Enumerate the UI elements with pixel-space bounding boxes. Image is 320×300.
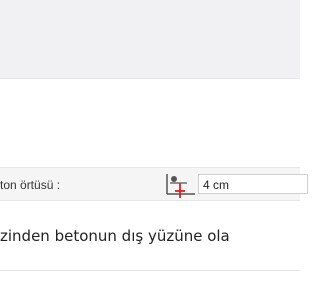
description-text: zinden betonun dış yüzüne ola <box>0 227 230 245</box>
concrete-cover-label: ton örtüsü : <box>0 178 61 192</box>
settings-panel: ton örtüsü : 4 cm zinden betonun dış yüz… <box>0 0 308 300</box>
concrete-cover-value: 4 cm <box>203 178 230 192</box>
concrete-cover-row: ton örtüsü : 4 cm <box>0 167 308 201</box>
concrete-cover-value-field[interactable]: 4 cm <box>198 174 308 194</box>
concrete-cover-icon <box>161 172 197 198</box>
header-band <box>0 0 300 79</box>
divider <box>0 270 300 271</box>
